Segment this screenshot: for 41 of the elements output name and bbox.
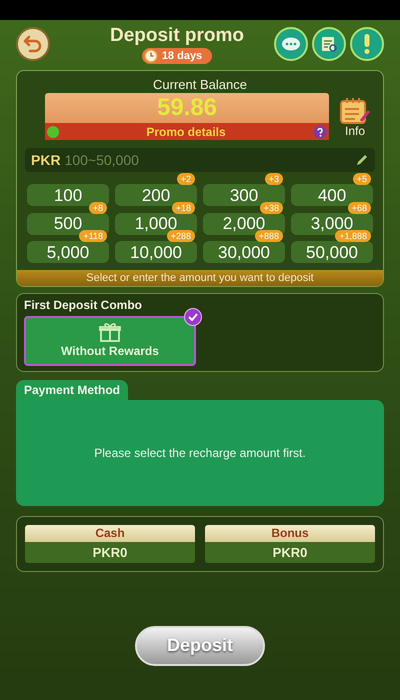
amount-option[interactable]: 10,000 — [115, 241, 197, 264]
bonus-badge: +288 — [166, 230, 195, 242]
amount-option[interactable]: 5,000 — [27, 241, 109, 264]
combo-title: First Deposit Combo — [24, 296, 144, 314]
balance-amount: 59.86 — [156, 93, 218, 124]
exclamation-icon — [363, 34, 371, 54]
bonus-badge: +2 — [176, 173, 195, 186]
amount-option[interactable]: 30,000 — [203, 241, 285, 264]
records-button[interactable] — [312, 27, 346, 61]
back-icon — [23, 35, 43, 53]
wallet-label: Bonus — [205, 524, 375, 542]
pencil-icon — [355, 153, 369, 168]
amount-input-field[interactable]: 100~50,000 — [64, 150, 351, 171]
check-icon — [184, 308, 202, 326]
bonus-badge: +5 — [352, 173, 371, 186]
notepad-icon — [339, 96, 371, 125]
combo-option[interactable]: Without Rewards — [24, 316, 196, 366]
bonus-badge: +118 — [79, 230, 107, 242]
chat-icon — [281, 36, 301, 52]
help-button[interactable] — [350, 27, 384, 61]
amount-option[interactable]: 50,000 — [291, 241, 373, 264]
countdown-text: 18 days — [162, 48, 202, 64]
support-button[interactable] — [274, 27, 308, 61]
balance-label: Current Balance — [153, 77, 247, 94]
wallet-label: Cash — [25, 524, 195, 542]
bonus-badge: +3 — [264, 173, 283, 186]
page-title: Deposit promo — [110, 24, 244, 48]
question-icon — [313, 124, 327, 139]
amount-field[interactable]: PKR 100~50,000 — [25, 148, 375, 172]
bonus-badge: +1,888 — [335, 230, 371, 242]
document-search-icon — [320, 35, 338, 53]
info-button[interactable]: Info — [335, 96, 375, 137]
payment-message: Please select the recharge amount first. — [94, 444, 306, 462]
hint-banner: Select or enter the amount you want to deposit — [17, 270, 383, 286]
bonus-badge: +888 — [254, 230, 283, 242]
gift-icon — [99, 322, 121, 342]
wallet-value: PKR0 — [25, 542, 195, 563]
clock-icon — [144, 48, 158, 63]
currency-label: PKR — [31, 150, 61, 170]
back-button[interactable] — [16, 27, 50, 61]
wallet-value: PKR0 — [205, 542, 375, 563]
